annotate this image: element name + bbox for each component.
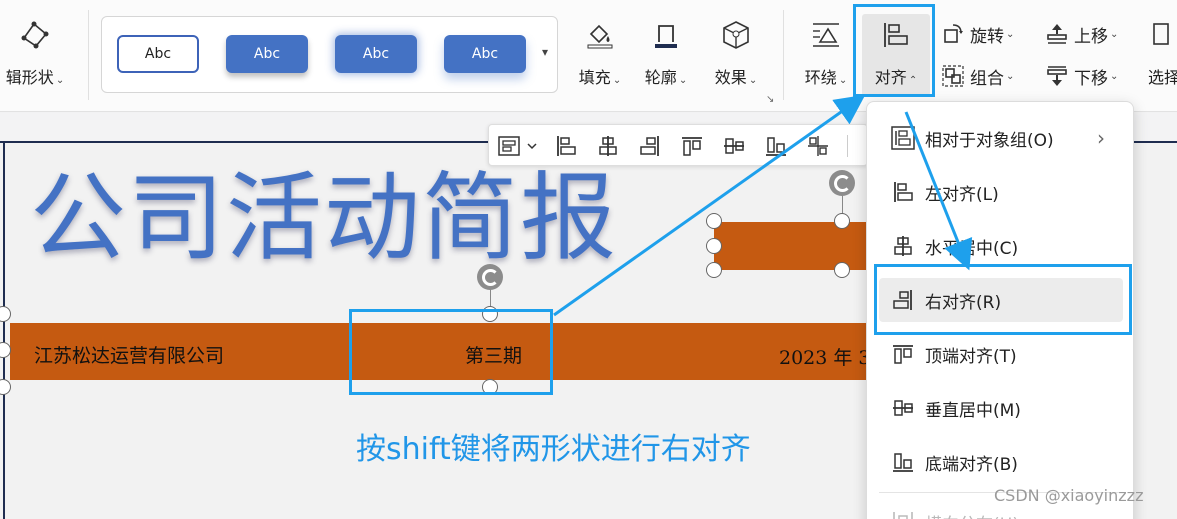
menu-item-label: 横向分布(H) [925, 510, 1019, 519]
slide-border [3, 141, 5, 519]
align-menu-icon[interactable] [495, 133, 541, 159]
align-middle-v-icon[interactable] [721, 133, 747, 159]
watermark: CSDN @xiaoyinzzz [994, 486, 1144, 505]
style-sample-2[interactable]: Abc [226, 35, 308, 73]
text-wrap-icon [809, 18, 843, 52]
group-button[interactable]: 组合 ⌄ [940, 62, 1014, 90]
paint-bucket-icon [583, 18, 617, 52]
align-left-icon [889, 178, 917, 206]
edit-points-icon [18, 18, 52, 52]
toolbar-separator [847, 135, 848, 157]
floating-align-toolbar [488, 124, 868, 166]
align-button-highlight-box [853, 4, 935, 97]
align-center-h-icon [889, 232, 917, 260]
effect-cube-icon [719, 18, 753, 52]
wrap-button[interactable]: 环绕 ⌄ [798, 18, 854, 88]
move-down-button[interactable]: 下移 ⌄ [1044, 62, 1118, 90]
distribute-h-icon [889, 508, 917, 519]
menu-item-align-middle[interactable]: 垂直居中(M) [879, 386, 1123, 430]
edit-shape-label: 辑形状 [5, 68, 54, 87]
rotate-handle-icon[interactable] [829, 170, 855, 196]
report-date[interactable]: 2023 年 3 [779, 343, 871, 370]
relative-group-icon [889, 124, 917, 152]
outline-pen-icon [649, 18, 683, 52]
align-top-icon[interactable] [679, 133, 705, 159]
issue-highlight-box [349, 309, 553, 395]
menu-item-label: 左对齐(L) [925, 184, 999, 205]
align-center-h-icon[interactable] [595, 133, 621, 159]
menu-item-align-top[interactable]: 顶端对齐(T) [879, 332, 1123, 376]
menu-item-label: 顶端对齐(T) [925, 346, 1017, 367]
shape-style-gallery: Abc Abc Abc Abc ▾ [101, 16, 558, 93]
select-button[interactable]: 选择 [1144, 18, 1177, 88]
fill-label: 填充 [578, 68, 611, 87]
rotate-handle-icon[interactable] [477, 264, 503, 290]
align-left-icon[interactable] [553, 133, 579, 159]
move-down-icon [1044, 63, 1070, 89]
menu-item-label: 垂直居中(M) [925, 400, 1021, 421]
right-align-highlight-box [874, 264, 1132, 335]
ribbon-toolbar: 辑形状⌄ Abc Abc Abc Abc ▾ 填充⌄ 轮廓⌄ 效果⌄ ↘ [0, 0, 1177, 112]
move-up-icon [1044, 21, 1070, 47]
align-middle-v-icon [889, 394, 917, 422]
align-bottom-icon[interactable] [763, 133, 789, 159]
menu-item-label: 相对于对象组(O) [925, 130, 1054, 151]
style-sample-1[interactable]: Abc [117, 35, 199, 73]
dialog-launcher-icon[interactable]: ↘ [766, 94, 774, 105]
menu-item-align-bottom[interactable]: 底端对齐(B) [879, 440, 1123, 484]
wrap-label: 环绕 [804, 68, 837, 87]
resize-handle[interactable] [706, 238, 722, 254]
ribbon-separator [783, 10, 784, 100]
resize-handle[interactable] [834, 262, 850, 278]
menu-item-label: 水平居中(C) [925, 238, 1019, 259]
select-label: 选择 [1148, 68, 1177, 87]
ribbon-separator [88, 10, 89, 100]
move-up-label: 上移 [1074, 26, 1108, 47]
move-down-label: 下移 [1074, 68, 1108, 89]
fill-button[interactable]: 填充 ⌄ [572, 18, 628, 88]
resize-handle[interactable] [706, 262, 722, 278]
rotate-icon [940, 21, 966, 47]
outline-label: 轮廓 [644, 68, 677, 87]
menu-item-align-left[interactable]: 左对齐(L) [879, 170, 1123, 214]
select-icon [1144, 18, 1177, 52]
gallery-more-icon[interactable]: ▾ [542, 45, 548, 59]
rotate-button[interactable]: 旋转 ⌄ [940, 20, 1014, 48]
submenu-arrow-icon: › [1097, 126, 1105, 150]
align-right-icon[interactable] [637, 133, 663, 159]
outline-button[interactable]: 轮廓 ⌄ [638, 18, 694, 88]
move-up-button[interactable]: 上移 ⌄ [1044, 20, 1118, 48]
rotation-handle-line [842, 195, 843, 215]
edit-shape-button[interactable]: 辑形状 ⌄ [0, 18, 70, 88]
rotate-label: 旋转 [970, 26, 1004, 47]
group-label: 组合 [970, 68, 1004, 89]
distribute-icon[interactable] [805, 133, 831, 159]
effect-button[interactable]: 效果 ⌄ [706, 18, 766, 88]
style-sample-3[interactable]: Abc [335, 35, 417, 73]
resize-handle[interactable] [834, 213, 850, 229]
group-icon [940, 63, 966, 89]
resize-handle[interactable] [706, 213, 722, 229]
effect-label: 效果 [714, 68, 747, 87]
menu-item-label: 底端对齐(B) [925, 454, 1018, 475]
instruction-caption: 按shift键将两形状进行右对齐 [356, 432, 751, 467]
style-sample-4[interactable]: Abc [444, 35, 526, 73]
slide-title[interactable]: 公司活动简报 [30, 170, 618, 266]
align-top-icon [889, 340, 917, 368]
company-name[interactable]: 江苏松达运营有限公司 [34, 341, 224, 368]
menu-item-relative-group[interactable]: 相对于对象组(O) › [879, 116, 1123, 160]
menu-item-align-center[interactable]: 水平居中(C) [879, 224, 1123, 268]
align-bottom-icon [889, 448, 917, 476]
